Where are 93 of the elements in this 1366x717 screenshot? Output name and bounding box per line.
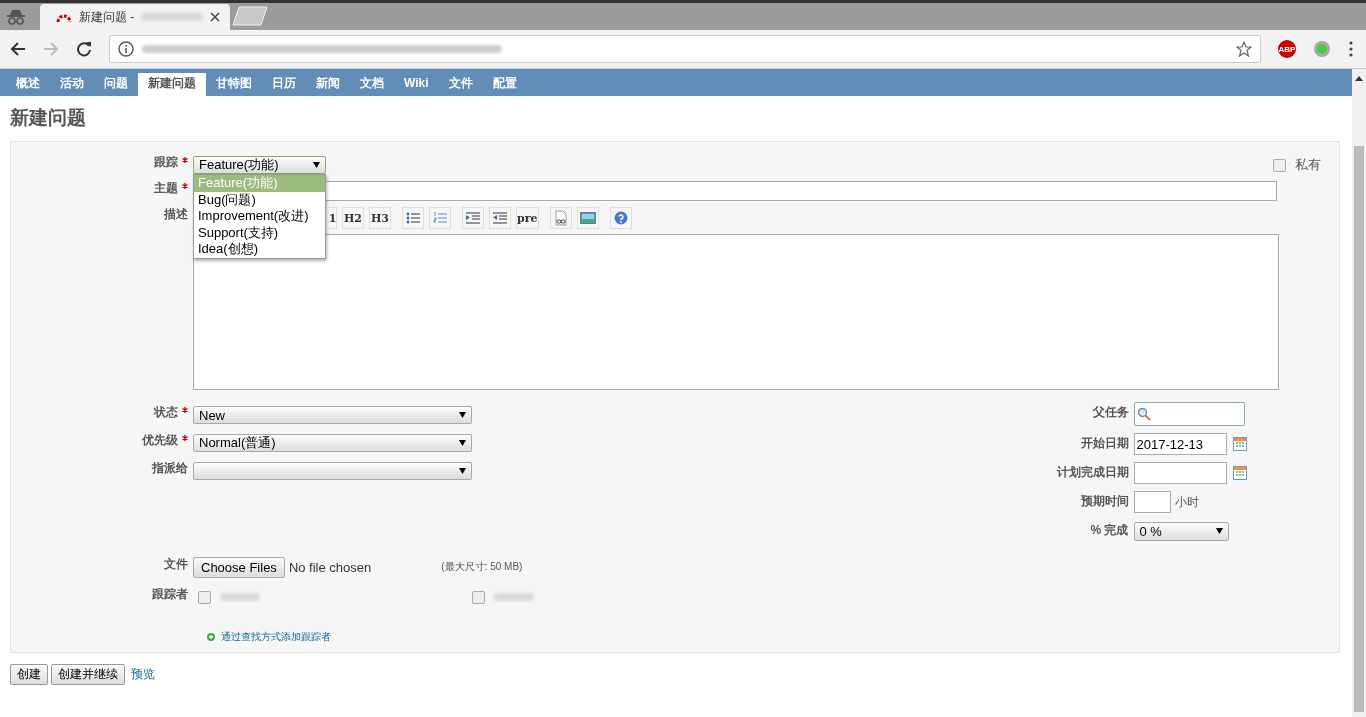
hours-field[interactable] (1133, 491, 1171, 513)
forward-icon[interactable] (43, 41, 59, 57)
dropdown-option[interactable]: Bug(问题) (194, 191, 325, 209)
choose-files-button[interactable]: Choose Files (193, 556, 285, 578)
select-field[interactable] (193, 462, 472, 480)
field-label: 开始日期 (1079, 435, 1130, 452)
submit-button[interactable]: 创建并继续 (51, 664, 125, 685)
field-label: 主题 (11, 178, 193, 197)
field-label: 预期时间 (1079, 493, 1130, 510)
indent-icon (466, 212, 480, 224)
search-field[interactable] (1133, 402, 1245, 426)
watcher-checkbox[interactable] (198, 590, 211, 604)
new-tab-icon[interactable] (232, 6, 268, 26)
menu-tab[interactable]: 新闻 (306, 73, 350, 94)
field-label: 父任务 (1091, 404, 1130, 421)
add-icon (207, 633, 215, 641)
star-icon[interactable] (1236, 41, 1252, 57)
caret-icon (459, 440, 466, 446)
date-field[interactable]: 2017-12-13 (1133, 433, 1227, 455)
toolbar-button[interactable] (609, 207, 632, 229)
toolbar-button[interactable]: 1 (329, 207, 337, 229)
menu-tab[interactable]: 活动 (50, 73, 94, 94)
info-icon (118, 41, 134, 57)
caret-icon (459, 412, 466, 418)
field-label: 跟踪者 (151, 586, 189, 603)
extension-dot-icon[interactable] (1313, 40, 1331, 58)
adblock-button[interactable]: ABP (1278, 40, 1296, 58)
toolbar-button[interactable] (489, 207, 511, 229)
menu-tab[interactable]: 日历 (262, 73, 306, 94)
close-icon[interactable] (210, 12, 220, 22)
blurred-name (494, 593, 534, 601)
toolbar-button[interactable] (576, 207, 599, 229)
bullet-list-icon (406, 212, 420, 224)
menu-tab[interactable]: 问题 (94, 73, 138, 94)
max-size-note: (最大尺寸: 50 MB) (441, 560, 523, 574)
toolbar-button[interactable] (549, 207, 572, 229)
select-field[interactable]: 0 % (1133, 521, 1229, 541)
add-watchers-link[interactable]: 通过查找方式添加跟踪者 (221, 630, 331, 644)
calendar-icon[interactable] (1232, 466, 1247, 480)
preview-link[interactable]: 预览 (131, 666, 155, 683)
scroll-up-icon[interactable] (1355, 76, 1363, 81)
help-icon (613, 211, 628, 225)
menu-tab[interactable]: 配置 (482, 73, 527, 94)
submit-button[interactable]: 创建 (10, 664, 48, 685)
toolbar-button[interactable]: H2 (342, 207, 364, 229)
dropdown-option[interactable]: Improvement(改进) (194, 208, 325, 225)
field-label: % 完成 (1089, 522, 1130, 539)
select-field[interactable]: New (193, 406, 472, 424)
select-field[interactable]: Normal(普通) (193, 434, 472, 452)
toolbar-button[interactable]: pre (516, 207, 539, 229)
tracker-select[interactable]: Feature(功能) (193, 156, 326, 174)
blurred-text (141, 13, 203, 21)
menu-icon[interactable] (1348, 41, 1354, 57)
caret-icon (459, 468, 466, 474)
checkbox-label: 私有 (1295, 156, 1321, 174)
blurred-name (220, 593, 260, 601)
field-label: 指派给 (151, 460, 189, 477)
menu-tab[interactable]: 概述 (6, 73, 50, 94)
image-icon (579, 212, 596, 224)
menu-tab[interactable]: 文档 (350, 73, 394, 94)
incognito-icon (6, 9, 26, 25)
field-label: 描述 (163, 206, 189, 223)
field-label: 计划完成日期 (1055, 464, 1130, 481)
outdent-icon (493, 212, 507, 224)
caret-icon (313, 162, 320, 168)
date-field[interactable] (1133, 462, 1227, 484)
page-title: 新建问题 (10, 106, 87, 130)
field-label: 优先级 (11, 430, 193, 449)
field-label: 状态 (11, 402, 193, 421)
dropdown-option[interactable]: Support(支持) (194, 224, 325, 242)
reload-icon[interactable] (76, 41, 92, 57)
browser-tab[interactable]: 新建问题 - (40, 4, 230, 30)
field-label: 文件 (163, 556, 189, 573)
tab-title: 新建问题 - (79, 8, 135, 26)
file-status: No file chosen (288, 559, 372, 575)
watcher-checkbox[interactable] (472, 590, 485, 604)
menu-tab[interactable]: 新建问题 (138, 73, 206, 96)
menu-tab[interactable]: Wiki (394, 73, 439, 94)
calendar-icon[interactable] (1232, 437, 1247, 451)
menu-tab[interactable]: 文件 (438, 73, 483, 94)
caret-icon (1215, 528, 1223, 534)
toolbar-button[interactable]: H3 (369, 207, 391, 229)
unit-label: 小时 (1174, 493, 1199, 511)
menu-tab[interactable]: 甘特图 (206, 73, 262, 94)
toolbar-button[interactable] (402, 207, 424, 229)
field-label: 跟踪 (11, 152, 193, 171)
numbered-list-icon (433, 212, 447, 224)
back-icon[interactable] (10, 41, 26, 57)
search-icon (1136, 407, 1151, 421)
dropdown-option[interactable]: Idea(创想) (194, 241, 325, 258)
link-icon (553, 210, 568, 226)
toolbar-button[interactable] (462, 207, 484, 229)
private-checkbox[interactable] (1273, 158, 1286, 172)
